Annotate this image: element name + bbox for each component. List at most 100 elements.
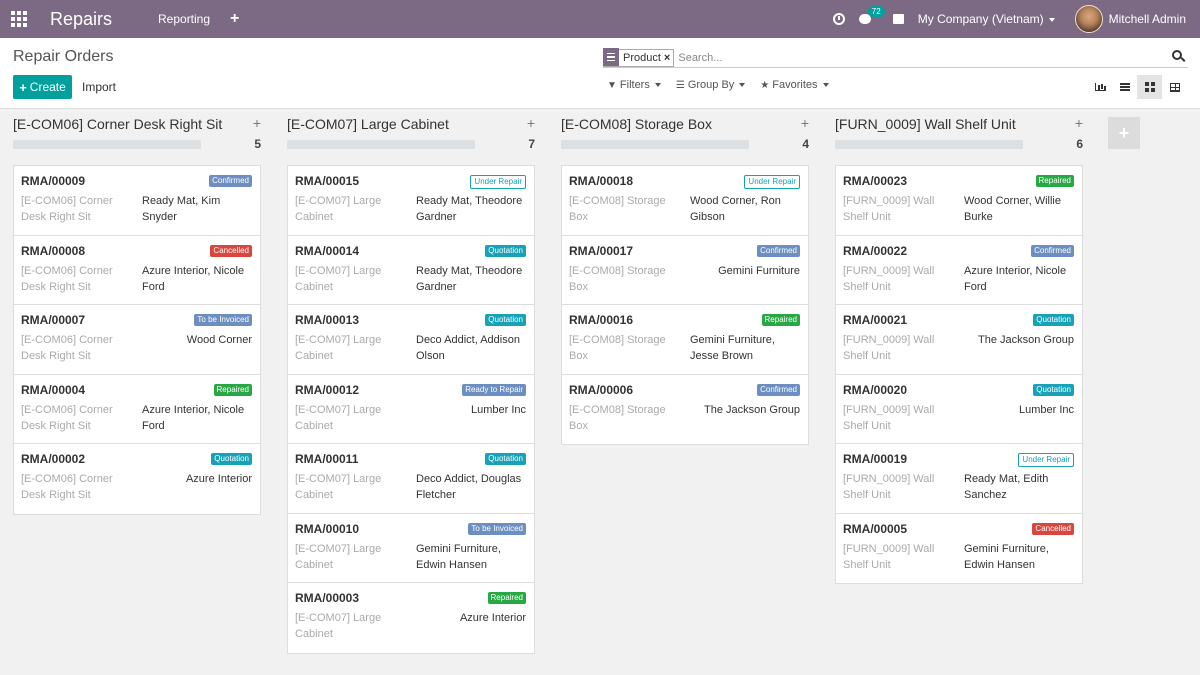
search-input[interactable]: Search... xyxy=(678,52,722,64)
kanban-card[interactable]: RMA/00016 Repaired [E-COM08] Storage Box Ge… xyxy=(562,305,808,375)
card-partner: Azure Interior xyxy=(185,473,252,485)
list-view-button[interactable] xyxy=(1112,75,1137,99)
kanban-card[interactable]: RMA/00007 To be Invoiced [E-COM06] Corner … xyxy=(14,305,260,375)
column-title[interactable]: [E-COM06] Corner Desk Right Sit xyxy=(13,116,222,132)
kanban-card[interactable]: RMA/00014 Quotation [E-COM07] Large Cabine… xyxy=(288,236,534,305)
column-title[interactable]: [E-COM07] Large Cabinet xyxy=(287,116,449,132)
create-button[interactable]: + Create xyxy=(13,75,72,99)
kanban-card[interactable]: RMA/00021 Quotation [FURN_0009] Wall Shelf… xyxy=(836,305,1082,375)
company-switcher[interactable]: My Company (Vietnam) xyxy=(918,12,1055,26)
favorites-dropdown[interactable]: ★ Favorites xyxy=(760,79,829,91)
menu-add-icon[interactable]: + xyxy=(230,10,239,28)
card-product: [E-COM07] Large Cabinet xyxy=(295,195,382,223)
card-partner: Gemini Furniture, Jesse Brown xyxy=(690,334,775,362)
menu-reporting[interactable]: Reporting xyxy=(158,12,210,26)
column-quick-create-icon[interactable]: + xyxy=(253,115,261,131)
status-badge: Repaired xyxy=(761,314,800,326)
kanban-card[interactable]: RMA/00002 Quotation [E-COM06] Corner Desk … xyxy=(14,444,260,514)
caret-down-icon xyxy=(739,83,746,87)
filters-dropdown[interactable]: ▼ Filters xyxy=(607,79,661,91)
card-reference: RMA/00008 xyxy=(21,243,86,258)
kanban-card[interactable]: RMA/00003 Repaired [E-COM07] Large Cabinet… xyxy=(288,583,534,653)
card-list: RMA/00009 Confirmed [E-COM06] Corner Desk … xyxy=(13,165,261,515)
activity-clock-icon[interactable] xyxy=(832,13,845,25)
card-list: RMA/00023 Repaired [FURN_0009] Wall Shelf … xyxy=(835,165,1083,584)
kanban-card[interactable]: RMA/00008 Cancelled [E-COM06] Corner Desk … xyxy=(14,236,260,305)
column-count: 6 xyxy=(1076,137,1083,151)
card-product: [FURN_0009] Wall Shelf Unit xyxy=(843,473,935,501)
card-reference: RMA/00020 xyxy=(843,382,908,397)
groupby-label: Group By xyxy=(687,79,735,91)
status-badge: Ready to Repair xyxy=(462,383,526,396)
kanban-card[interactable]: RMA/00010 To be Invoiced [E-COM07] Large C… xyxy=(288,514,534,583)
top-navbar: Repairs Reporting + 72 My Company (Vietn… xyxy=(0,0,1200,38)
column-quick-create-icon[interactable]: + xyxy=(527,115,535,131)
card-product: [E-COM07] Large Cabinet xyxy=(295,403,382,432)
create-label: Create xyxy=(29,80,66,94)
card-product: [FURN_0009] Wall Shelf Unit xyxy=(843,334,935,362)
groupby-dropdown[interactable]: ☰ Group By xyxy=(676,79,746,91)
messaging-icon[interactable]: 72 xyxy=(858,6,885,24)
star-icon: ★ xyxy=(760,79,770,91)
gift-icon[interactable] xyxy=(892,14,904,24)
card-partner: Ready Mat, Edith Sanchez xyxy=(964,473,1049,501)
card-reference: RMA/00012 xyxy=(295,382,360,397)
group-by-icon xyxy=(603,48,619,66)
status-badge: Under Repair xyxy=(470,175,526,189)
add-column-button[interactable]: + xyxy=(1108,117,1140,149)
kanban-card[interactable]: RMA/00022 Confirmed [FURN_0009] Wall Shelf… xyxy=(836,236,1082,305)
column-title[interactable]: [FURN_0009] Wall Shelf Unit xyxy=(835,116,1016,132)
card-reference: RMA/00016 xyxy=(569,313,634,327)
column-title[interactable]: [E-COM08] Storage Box xyxy=(561,116,712,132)
card-product: [E-COM08] Storage Box xyxy=(569,195,666,223)
bar-chart-icon xyxy=(1094,83,1105,91)
kanban-card[interactable]: RMA/00004 Repaired [E-COM06] Corner Desk R… xyxy=(14,375,260,444)
kanban-card[interactable]: RMA/00005 Cancelled [FURN_0009] Wall Shelf… xyxy=(836,514,1082,584)
kanban-card[interactable]: RMA/00013 Quotation [E-COM07] Large Cabine… xyxy=(288,305,534,375)
app-name[interactable]: Repairs xyxy=(50,9,146,30)
card-product: [E-COM06] Corner Desk Right Sit xyxy=(21,195,113,223)
card-product: [FURN_0009] Wall Shelf Unit xyxy=(843,195,935,223)
user-menu[interactable]: Mitchell Admin xyxy=(1109,12,1186,26)
card-reference: RMA/00014 xyxy=(295,243,360,258)
kanban-card[interactable]: RMA/00009 Confirmed [E-COM06] Corner Desk … xyxy=(14,166,260,236)
card-product: [E-COM07] Large Cabinet xyxy=(295,612,382,640)
column-quick-create-icon[interactable]: + xyxy=(801,115,809,131)
column-count: 4 xyxy=(802,137,809,151)
table-icon xyxy=(1169,82,1180,92)
card-partner: Ready Mat, Theodore Gardner xyxy=(416,264,523,293)
card-partner: Azure Interior xyxy=(459,612,526,624)
kanban-card[interactable]: RMA/00006 Confirmed [E-COM08] Storage Box T… xyxy=(562,375,808,445)
avatar[interactable] xyxy=(1074,5,1103,33)
kanban-card[interactable]: RMA/00012 Ready to Repair [E-COM07] Large … xyxy=(288,375,534,444)
kanban-card[interactable]: RMA/00015 Under Repair [E-COM07] Large Cab… xyxy=(288,166,534,236)
status-badge: Under Repair xyxy=(744,175,800,189)
filter-icon: ▼ xyxy=(607,79,617,91)
card-product: [E-COM07] Large Cabinet xyxy=(295,264,382,293)
kanban-card[interactable]: RMA/00020 Quotation [FURN_0009] Wall Shelf… xyxy=(836,375,1082,444)
card-reference: RMA/00002 xyxy=(21,452,86,466)
card-partner: Wood Corner, Willie Burke xyxy=(964,195,1061,223)
search-icon[interactable] xyxy=(1172,50,1182,60)
card-product: [E-COM08] Storage Box xyxy=(569,264,666,293)
card-partner: Lumber Inc xyxy=(470,403,526,416)
card-product: [E-COM06] Corner Desk Right Sit xyxy=(21,264,113,293)
column-quick-create-icon[interactable]: + xyxy=(1075,115,1083,131)
pivot-view-button[interactable] xyxy=(1162,75,1187,99)
kanban-card[interactable]: RMA/00019 Under Repair [FURN_0009] Wall Sh… xyxy=(836,444,1082,514)
kanban-view-button[interactable] xyxy=(1137,75,1162,99)
facet-remove-icon[interactable]: × xyxy=(664,52,673,64)
apps-menu-icon[interactable] xyxy=(0,0,38,38)
kanban-card[interactable]: RMA/00023 Repaired [FURN_0009] Wall Shelf … xyxy=(836,166,1082,236)
card-reference: RMA/00003 xyxy=(295,591,360,605)
graph-view-button[interactable] xyxy=(1087,75,1112,99)
card-reference: RMA/00021 xyxy=(843,313,908,327)
status-badge: To be Invoiced xyxy=(194,314,252,326)
import-button[interactable]: Import xyxy=(82,80,116,94)
card-list: RMA/00018 Under Repair [E-COM08] Storage B… xyxy=(561,165,809,445)
kanban-card[interactable]: RMA/00018 Under Repair [E-COM08] Storage B… xyxy=(562,166,808,236)
kanban-card[interactable]: RMA/00017 Confirmed [E-COM08] Storage Box G… xyxy=(562,236,808,305)
caret-down-icon xyxy=(822,83,829,87)
kanban-card[interactable]: RMA/00011 Quotation [E-COM07] Large Cabine… xyxy=(288,444,534,514)
card-product: [FURN_0009] Wall Shelf Unit xyxy=(843,542,935,571)
